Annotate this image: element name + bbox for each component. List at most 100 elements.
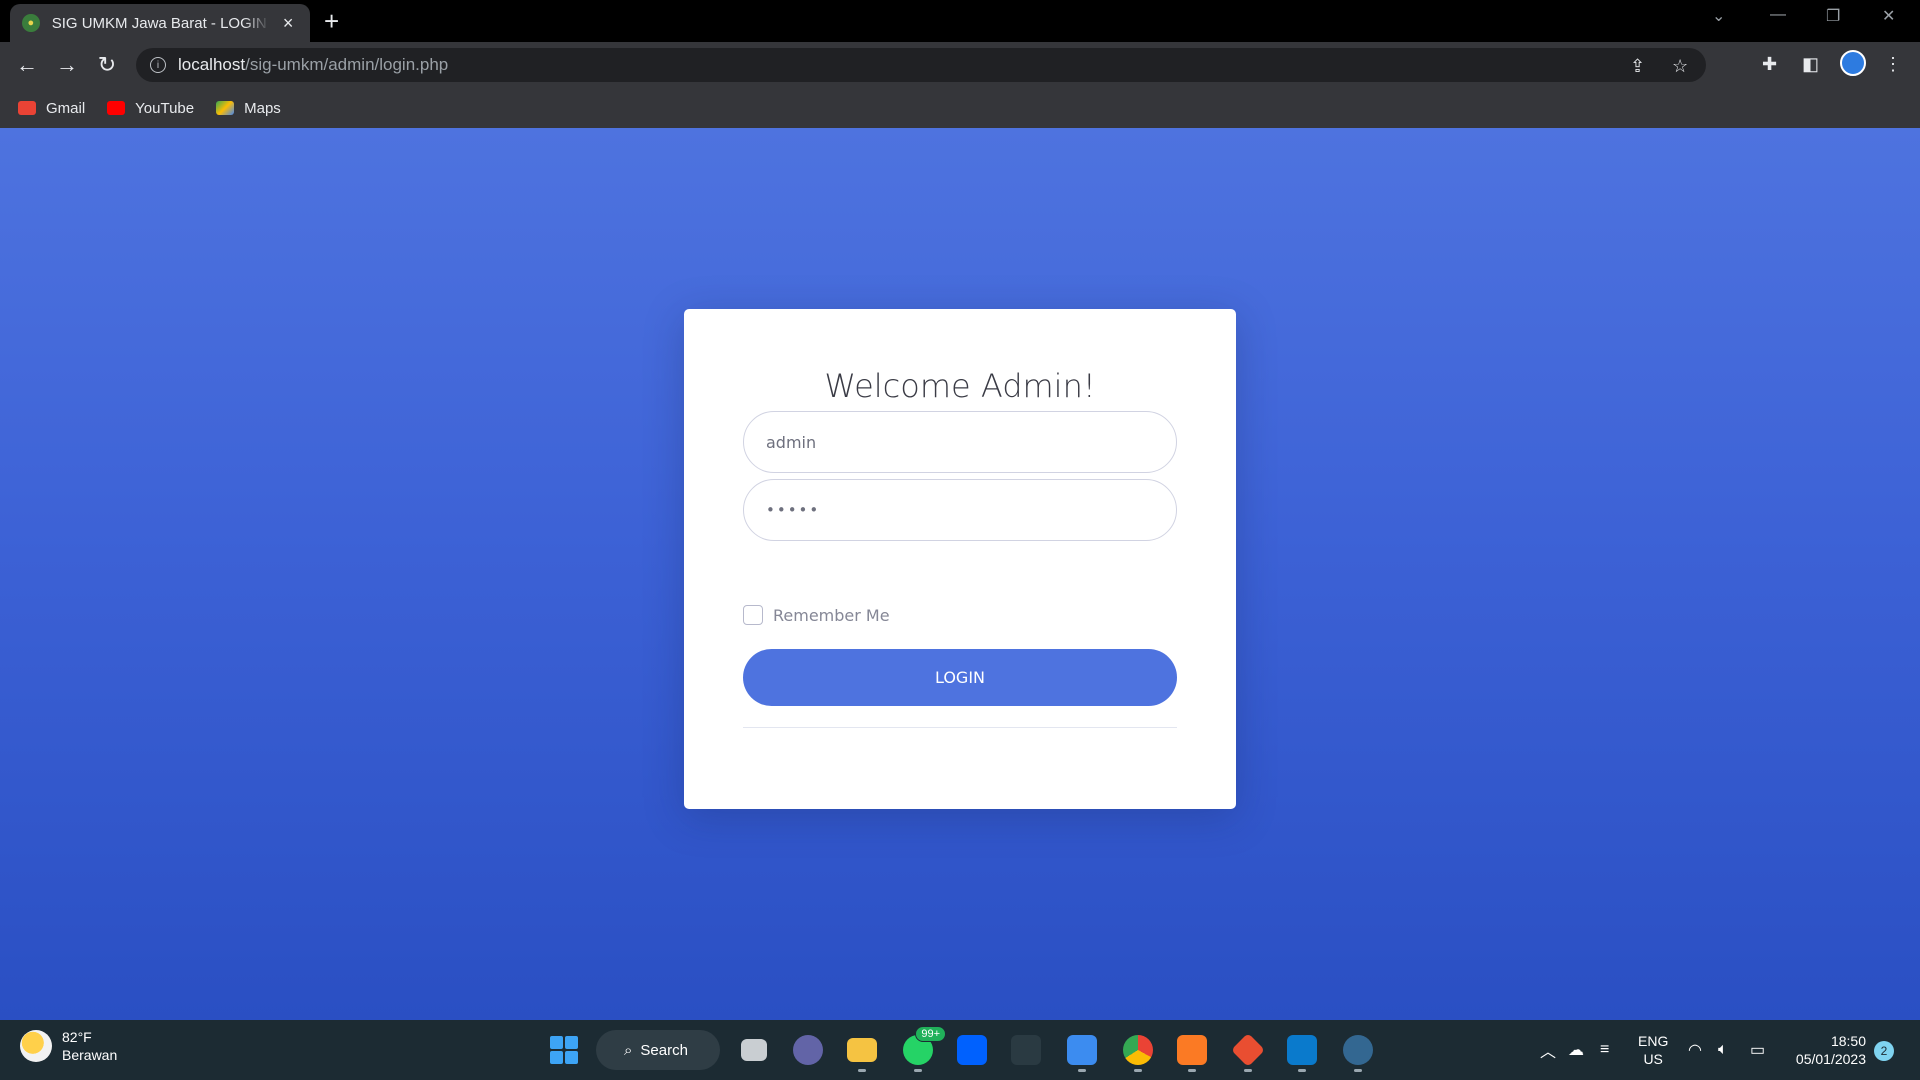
side-panel-icon[interactable]: ◧	[1802, 54, 1819, 75]
tab-search-icon[interactable]: ⌄	[1712, 6, 1725, 26]
running-indicator	[1078, 1069, 1086, 1072]
weather-cloudy-icon	[20, 1030, 52, 1062]
search-label: Search	[640, 1041, 688, 1059]
whatsapp-button[interactable]: 99+	[898, 1026, 946, 1072]
vscode-icon	[1287, 1035, 1317, 1065]
share-icon[interactable]: ⇪	[1630, 56, 1645, 77]
password-input[interactable]: •••••	[743, 479, 1177, 541]
volume-icon[interactable]: 🔈︎	[1718, 1020, 1728, 1080]
running-indicator	[858, 1069, 866, 1072]
site-info-icon[interactable]: i	[150, 57, 166, 73]
restore-icon[interactable]: ❐	[1826, 6, 1840, 26]
new-tab-button[interactable]: +	[324, 8, 339, 34]
bookmark-label: YouTube	[135, 99, 195, 117]
onedrive-icon[interactable]: ☁	[1568, 1020, 1584, 1080]
dropbox-button[interactable]	[952, 1030, 992, 1070]
search-icon: ⌕	[624, 1041, 633, 1059]
divider	[743, 727, 1177, 728]
login-page: Welcome Admin! admin ••••• Remember Me L…	[0, 128, 1920, 1020]
git-button[interactable]	[1228, 1030, 1268, 1072]
bookmarks-bar: Gmail YouTube Maps	[0, 88, 1920, 128]
weather-widget[interactable]: 82°F Berawan	[20, 1028, 117, 1064]
bookmark-label: Gmail	[46, 99, 86, 117]
clock-time: 18:50	[1830, 1033, 1866, 1049]
page-title: Welcome Admin!	[824, 367, 1096, 405]
file-explorer-button[interactable]	[842, 1030, 882, 1072]
tab-title: SIG UMKM Jawa Barat - LOGIN ADMIN	[51, 14, 271, 32]
weather-temp: 82°F	[62, 1029, 92, 1045]
vscode-button[interactable]	[1282, 1030, 1322, 1072]
tab-close-icon[interactable]: ×	[278, 13, 298, 34]
running-indicator	[1188, 1069, 1196, 1072]
running-indicator	[1354, 1069, 1362, 1072]
running-indicator	[1244, 1069, 1252, 1072]
show-hidden-icons-icon[interactable]: ︿	[1540, 1020, 1556, 1080]
dropbox-icon	[957, 1035, 987, 1065]
git-icon	[1231, 1033, 1265, 1067]
teams-chat-icon	[793, 1035, 823, 1065]
bookmark-gmail[interactable]: Gmail	[18, 100, 85, 117]
running-indicator	[1298, 1069, 1306, 1072]
chrome-button[interactable]	[1118, 1030, 1158, 1072]
whatsapp-badge: 99+	[915, 1026, 946, 1042]
elephant-icon	[1343, 1035, 1373, 1065]
folder-icon	[847, 1038, 877, 1062]
remember-me-checkbox[interactable]	[743, 605, 763, 625]
back-icon[interactable]: ←	[14, 52, 40, 78]
running-indicator	[914, 1069, 922, 1072]
bookmark-maps[interactable]: Maps	[216, 100, 281, 117]
weather-condition: Berawan	[62, 1047, 118, 1063]
browser-toolbar: ← → ↻ i localhost /sig-umkm/admin/login.…	[0, 42, 1920, 88]
clock-date: 05/01/2023	[1795, 1051, 1866, 1067]
xampp-icon	[1177, 1035, 1207, 1065]
forward-icon[interactable]: →	[54, 52, 80, 78]
taskbar-search[interactable]: ⌕ Search	[596, 1030, 720, 1070]
remember-me[interactable]: Remember Me	[743, 605, 890, 625]
windows-logo-icon	[550, 1036, 578, 1064]
windows-taskbar: 82°F Berawan ⌕ Search 99+ ︿ ☁ ≡ ENG US ◠…	[0, 1020, 1920, 1080]
minimize-icon[interactable]: —	[1770, 6, 1786, 24]
menu-icon[interactable]: ⋮	[1884, 54, 1902, 75]
task-view-button[interactable]	[734, 1030, 774, 1070]
browser-titlebar: ● SIG UMKM Jawa Barat - LOGIN ADMIN × + …	[0, 0, 1920, 42]
start-button[interactable]	[544, 1030, 584, 1070]
todo-button[interactable]	[1062, 1030, 1102, 1072]
username-input[interactable]: admin	[743, 411, 1177, 473]
password-value: •••••	[766, 501, 821, 519]
sublime-button[interactable]	[1006, 1030, 1046, 1070]
maps-icon	[216, 101, 235, 115]
language-indicator[interactable]: ENG US	[1638, 1032, 1668, 1068]
pen-menu-icon[interactable]: ≡	[1600, 1020, 1609, 1080]
xampp-button[interactable]	[1172, 1030, 1212, 1072]
youtube-icon	[107, 101, 126, 115]
bookmark-label: Maps	[244, 99, 281, 117]
browser-tab[interactable]: ● SIG UMKM Jawa Barat - LOGIN ADMIN ×	[10, 4, 310, 42]
close-window-icon[interactable]: ✕	[1882, 6, 1895, 26]
username-value: admin	[766, 432, 817, 452]
notification-badge[interactable]: 2	[1874, 1041, 1894, 1061]
login-button[interactable]: LOGIN	[743, 649, 1177, 706]
reload-icon[interactable]: ↻	[94, 52, 120, 78]
postgres-button[interactable]	[1338, 1030, 1378, 1072]
login-card: Welcome Admin! admin ••••• Remember Me L…	[684, 309, 1236, 809]
bookmark-star-icon[interactable]: ☆	[1672, 56, 1688, 77]
task-view-icon	[741, 1039, 767, 1061]
site-favicon-icon: ●	[22, 14, 40, 32]
address-path: /sig-umkm/admin/login.php	[245, 55, 449, 74]
extensions-icon[interactable]: ✚	[1762, 54, 1777, 75]
lightning-icon	[1011, 1035, 1041, 1065]
profile-avatar[interactable]	[1840, 50, 1866, 76]
battery-icon[interactable]: ▭	[1750, 1020, 1765, 1080]
address-host: localhost	[178, 55, 246, 74]
wifi-icon[interactable]: ◠	[1688, 1020, 1702, 1080]
clock[interactable]: 18:50 05/01/2023	[1786, 1032, 1866, 1068]
teams-chat-button[interactable]	[788, 1030, 828, 1070]
remember-me-label: Remember Me	[773, 605, 890, 625]
running-indicator	[1134, 1069, 1142, 1072]
bookmark-youtube[interactable]: YouTube	[107, 100, 194, 117]
gmail-icon	[18, 101, 36, 115]
address-bar[interactable]: i localhost /sig-umkm/admin/login.php ☆ …	[136, 48, 1706, 82]
language-line2: US	[1643, 1051, 1663, 1067]
checkmark-icon	[1067, 1035, 1097, 1065]
chrome-icon	[1123, 1035, 1153, 1065]
